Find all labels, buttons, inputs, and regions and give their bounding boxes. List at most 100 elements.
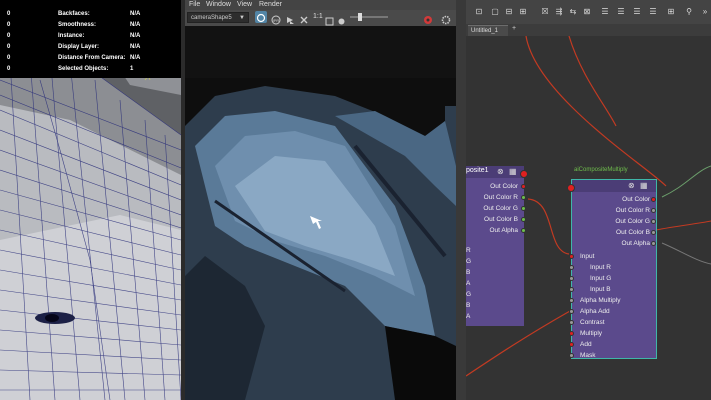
output-port[interactable] <box>651 208 656 213</box>
node-title: posite1 <box>466 167 489 174</box>
port-label: Out Color G <box>615 218 650 225</box>
exposure-icon <box>338 18 345 25</box>
input-port[interactable] <box>569 342 574 347</box>
port-label: Out Color <box>490 183 518 190</box>
close-icon[interactable]: ⊗ <box>628 181 635 190</box>
rendered-image <box>185 26 456 400</box>
output-port[interactable] <box>521 217 526 222</box>
port-label: Input B <box>590 286 611 293</box>
node-graph-canvas[interactable]: posite1 ⊗ ▦ Out Color Out Color R Out Co… <box>466 36 711 400</box>
hud-value: N/A <box>130 55 141 61</box>
output-port[interactable] <box>651 230 656 235</box>
input-port[interactable] <box>569 320 574 325</box>
pane-divider[interactable] <box>456 0 466 400</box>
3d-viewport[interactable]: 0 Backfaces: N/A 0 Smoothness: N/A 0 Ins… <box>0 0 181 400</box>
input-connections-icon[interactable]: ⇶ <box>554 7 564 17</box>
menu-view[interactable]: View <box>237 1 252 8</box>
port-label: Out Color B <box>616 229 650 236</box>
graph-down-icon[interactable]: ⊞ <box>518 7 528 17</box>
input-port[interactable] <box>567 184 575 192</box>
simple-mode-icon[interactable]: ☰ <box>600 7 610 17</box>
input-port[interactable] <box>569 276 574 281</box>
hud-value: 1 <box>130 66 134 72</box>
menu-render[interactable]: Render <box>259 1 282 8</box>
custom-mode-icon[interactable]: ☰ <box>648 7 658 17</box>
input-port[interactable] <box>569 287 574 292</box>
output-port[interactable] <box>521 206 526 211</box>
grid-icon[interactable]: ▦ <box>509 167 517 176</box>
input-port[interactable] <box>569 353 574 358</box>
add-selected-icon[interactable]: ☒ <box>540 7 550 17</box>
hud-value: N/A <box>130 11 141 17</box>
menu-file[interactable]: File <box>189 1 200 8</box>
both-connections-icon[interactable]: ⊠ <box>582 7 592 17</box>
port-label: Out Color R <box>483 194 518 201</box>
node-editor-tabbar: Untitled_1 + <box>466 24 711 36</box>
input-port[interactable] <box>569 331 574 336</box>
composite-multiply-node[interactable]: ⊗ ▦ Out Color Out Color R Out Color G Ou… <box>567 179 657 359</box>
port-label: B <box>466 302 471 309</box>
output-port[interactable] <box>521 195 526 200</box>
output-port[interactable] <box>520 170 528 178</box>
multiply-node-header[interactable]: ⊗ ▦ <box>572 180 656 192</box>
output-port[interactable] <box>651 219 656 224</box>
hud-count: 0 <box>7 44 11 50</box>
frame-selected-icon[interactable]: ▢ <box>490 7 500 17</box>
render-image[interactable] <box>185 26 456 400</box>
port-label: G <box>466 291 472 298</box>
render-button[interactable] <box>255 11 267 23</box>
settings-icon <box>441 15 451 25</box>
svg-text:IPR: IPR <box>273 18 280 23</box>
graph-up-icon[interactable]: ⊟ <box>504 7 514 17</box>
hud-count: 0 <box>7 22 11 28</box>
add-tab-button[interactable]: + <box>512 25 516 32</box>
port-label: Input G <box>590 275 612 282</box>
snap-icon[interactable]: ⚲ <box>684 7 694 17</box>
port-label: Out Color <box>622 196 650 203</box>
render-view-toolbar: cameraShape5 ▼ IPR 1:1 <box>185 10 456 26</box>
port-label: Out Alpha <box>489 227 518 234</box>
composite-node-header[interactable]: posite1 ⊗ ▦ <box>466 166 524 178</box>
input-port[interactable] <box>569 254 574 259</box>
render-region-icon <box>256 13 266 23</box>
hud-value: N/A <box>130 22 141 28</box>
full-mode-icon[interactable]: ☰ <box>632 7 642 17</box>
hud-label: Backfaces: <box>58 11 90 17</box>
frame-all-icon[interactable]: ⊡ <box>474 7 484 17</box>
grid-icon[interactable]: ▦ <box>640 181 648 190</box>
node-editor-panel: ⊡ ▢ ⊟ ⊞ ☒ ⇶ ⇆ ⊠ ☰ ☰ ☰ ☰ ⊞ ⚲ » Untitled_1… <box>466 0 711 400</box>
connected-mode-icon[interactable]: ☰ <box>616 7 626 17</box>
grid-toggle-icon[interactable]: ⊞ <box>666 7 676 17</box>
output-port[interactable] <box>521 228 526 233</box>
close-icon[interactable]: ⊗ <box>497 167 504 176</box>
hud-label: Distance From Camera: <box>58 55 126 61</box>
port-label: Add <box>580 341 592 348</box>
hud-value: N/A <box>130 33 141 39</box>
output-port[interactable] <box>651 197 656 202</box>
input-port[interactable] <box>569 298 574 303</box>
refresh-icon <box>300 16 308 24</box>
output-port[interactable] <box>521 184 526 189</box>
menu-window[interactable]: Window <box>206 1 231 8</box>
input-port[interactable] <box>569 309 574 314</box>
hud-label: Selected Objects: <box>58 66 109 72</box>
output-port[interactable] <box>651 241 656 246</box>
tab-untitled[interactable]: Untitled_1 <box>468 25 508 36</box>
port-label: Input <box>580 253 595 260</box>
port-label: Alpha Add <box>580 308 610 315</box>
composite-node[interactable]: posite1 ⊗ ▦ Out Color Out Color R Out Co… <box>466 166 528 326</box>
port-label: G <box>466 258 472 265</box>
zoom-one-to-one[interactable]: 1:1 <box>313 13 323 20</box>
input-port[interactable] <box>569 265 574 270</box>
render-view-menubar: File Window View Render <box>185 0 456 10</box>
port-label: Multiply <box>580 330 603 337</box>
slider-handle[interactable] <box>358 13 362 21</box>
port-label: Alpha Multiply <box>580 297 621 304</box>
hud-value: N/A <box>130 44 141 50</box>
output-connections-icon[interactable]: ⇆ <box>568 7 578 17</box>
camera-select[interactable]: cameraShape5 ▼ <box>187 12 249 23</box>
hud-count: 0 <box>7 33 11 39</box>
overflow-icon[interactable]: » <box>700 7 710 17</box>
gamma-slider[interactable] <box>350 13 388 21</box>
hud-count: 0 <box>7 66 11 72</box>
